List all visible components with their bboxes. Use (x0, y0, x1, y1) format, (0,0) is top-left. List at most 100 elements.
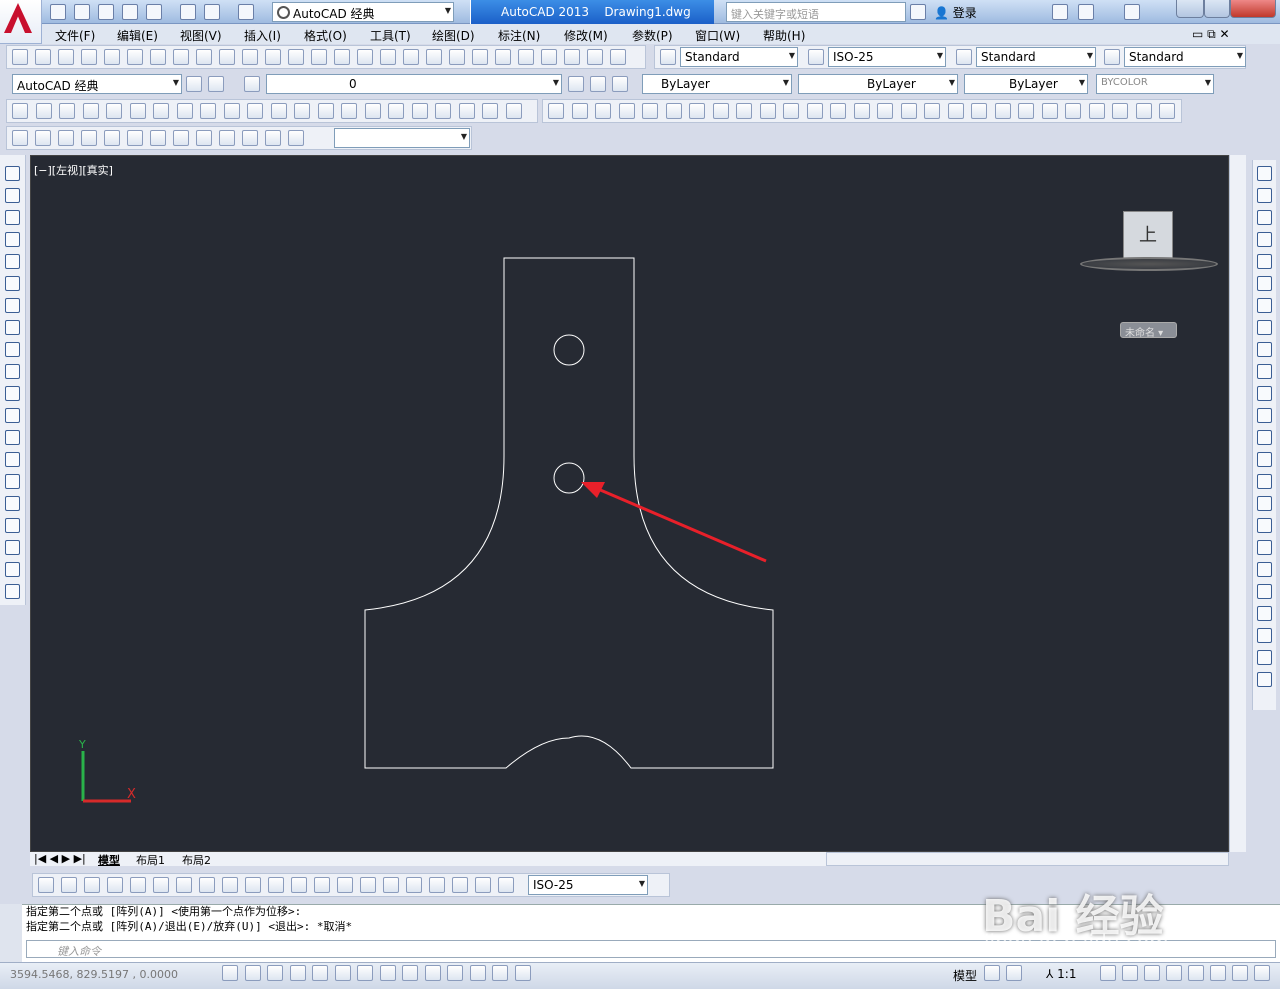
ucs-menu[interactable]: 未命名 ▾ (1120, 322, 1177, 339)
view-tool-9-icon[interactable] (196, 130, 212, 146)
dim-style-select[interactable]: ISO-25 (828, 47, 946, 67)
status-toggle-1-icon[interactable] (222, 965, 238, 981)
coordinate-readout[interactable]: 3594.5468, 829.5197 , 0.0000 (10, 968, 178, 981)
standard-tool-20-icon[interactable] (449, 49, 465, 65)
close-button[interactable] (1230, 0, 1276, 18)
view-tool-10-icon[interactable] (219, 130, 235, 146)
standard-tool-2-icon[interactable] (35, 49, 51, 65)
doc-window-controls[interactable]: ▭ ⧉ ✕ (1192, 27, 1230, 42)
solid-edit-tool-27-icon[interactable] (1159, 103, 1175, 119)
dimension-style-select[interactable]: ISO-25 (528, 875, 648, 895)
dimension-tool-19-icon[interactable] (452, 877, 468, 893)
view-tool-5-icon[interactable] (104, 130, 120, 146)
mleader-style-icon[interactable] (1104, 49, 1120, 65)
dim-style-icon[interactable] (808, 49, 824, 65)
modify-tool-11-icon[interactable] (1257, 386, 1272, 401)
draw-tool-8-icon[interactable] (5, 320, 20, 335)
dimension-tool-15-icon[interactable] (360, 877, 376, 893)
modify-tool-10-icon[interactable] (1257, 364, 1272, 379)
menu-insert[interactable]: 插入(I) (244, 27, 281, 44)
modify-tool-14-icon[interactable] (1257, 452, 1272, 467)
vertical-scrollbar[interactable] (1229, 155, 1246, 852)
maximize-button[interactable] (1204, 0, 1230, 18)
draw-tool-4-icon[interactable] (5, 232, 20, 247)
modeling-tool-17-icon[interactable] (388, 103, 404, 119)
login-link[interactable]: 👤 登录 (934, 4, 977, 21)
modeling-tool-11-icon[interactable] (247, 103, 263, 119)
standard-tool-27-icon[interactable] (610, 49, 626, 65)
workspace-save-icon[interactable] (208, 76, 224, 92)
standard-tool-22-icon[interactable] (495, 49, 511, 65)
modeling-tool-22-icon[interactable] (505, 103, 522, 119)
draw-tool-3-icon[interactable] (5, 210, 20, 225)
dimension-tool-18-icon[interactable] (429, 877, 445, 893)
tab-nav-arrows[interactable]: |◀ ◀ ▶ ▶| (34, 852, 86, 865)
menu-tools[interactable]: 工具(T) (370, 27, 411, 44)
dimension-tool-14-icon[interactable] (337, 877, 353, 893)
modify-tool-4-icon[interactable] (1257, 232, 1272, 247)
solid-edit-tool-22-icon[interactable] (1041, 103, 1058, 119)
modeling-tool-9-icon[interactable] (200, 103, 216, 119)
solid-edit-tool-17-icon[interactable] (924, 103, 940, 119)
view-tool-8-icon[interactable] (173, 130, 189, 146)
standard-tool-25-icon[interactable] (564, 49, 580, 65)
save-icon[interactable] (98, 4, 114, 20)
modeling-tool-19-icon[interactable] (435, 103, 451, 119)
draw-tool-6-icon[interactable] (5, 276, 20, 291)
draw-tool-1-icon[interactable] (5, 166, 20, 181)
solid-edit-tool-24-icon[interactable] (1088, 103, 1105, 119)
modeling-tool-20-icon[interactable] (458, 103, 475, 119)
mleader-style-select[interactable]: Standard (1124, 47, 1246, 67)
status-tray-8-icon[interactable] (1254, 965, 1270, 981)
status-toggle-10-icon[interactable] (424, 965, 441, 981)
dimension-tool-13-icon[interactable] (314, 877, 330, 893)
dimension-tool-10-icon[interactable] (245, 877, 261, 893)
modeling-tool-15-icon[interactable] (341, 103, 357, 119)
modify-tool-23-icon[interactable] (1257, 650, 1272, 665)
menu-file[interactable]: 文件(F) (55, 27, 95, 44)
solid-edit-tool-2-icon[interactable] (571, 103, 588, 119)
view-tool-13-icon[interactable] (288, 130, 304, 146)
status-toggle-11-icon[interactable] (447, 965, 463, 981)
modeling-tool-14-icon[interactable] (317, 103, 334, 119)
standard-tool-7-icon[interactable] (150, 49, 166, 65)
solid-edit-tool-21-icon[interactable] (1018, 103, 1034, 119)
tab-layout2[interactable]: 布局2 (182, 852, 211, 868)
solid-edit-tool-25-icon[interactable] (1112, 103, 1128, 119)
dimension-tool-20-icon[interactable] (475, 877, 491, 893)
standard-tool-13-icon[interactable] (288, 49, 304, 65)
minimize-button[interactable] (1176, 0, 1204, 18)
modeling-tool-10-icon[interactable] (223, 103, 240, 119)
standard-tool-8-icon[interactable] (173, 49, 189, 65)
dimension-tool-8-icon[interactable] (199, 877, 215, 893)
autodesk-360-icon[interactable] (1078, 4, 1094, 20)
view-tool-7-icon[interactable] (150, 130, 166, 146)
modeling-tool-6-icon[interactable] (129, 103, 146, 119)
solid-edit-tool-11-icon[interactable] (783, 103, 799, 119)
solid-edit-tool-13-icon[interactable] (830, 103, 846, 119)
dimension-tool-5-icon[interactable] (130, 877, 146, 893)
modeling-tool-3-icon[interactable] (59, 103, 75, 119)
modify-tool-21-icon[interactable] (1257, 606, 1272, 621)
modeling-tool-5-icon[interactable] (106, 103, 122, 119)
standard-tool-23-icon[interactable] (518, 49, 534, 65)
solid-edit-tool-1-icon[interactable] (548, 103, 564, 119)
view-tool-3-icon[interactable] (58, 130, 74, 146)
help-icon[interactable] (1124, 4, 1140, 20)
standard-tool-6-icon[interactable] (127, 49, 143, 65)
modeling-tool-1-icon[interactable] (12, 103, 28, 119)
menu-edit[interactable]: 编辑(E) (117, 27, 158, 44)
modify-tool-9-icon[interactable] (1257, 342, 1272, 357)
menu-format[interactable]: 格式(O) (304, 27, 347, 44)
layout-view-1-icon[interactable] (984, 965, 1000, 981)
modify-tool-12-icon[interactable] (1257, 408, 1272, 423)
layer-states-icon[interactable] (612, 76, 628, 92)
standard-tool-21-icon[interactable] (472, 49, 488, 65)
menu-view[interactable]: 视图(V) (180, 27, 222, 44)
text-style-select[interactable]: Standard (680, 47, 798, 67)
dimension-tool-4-icon[interactable] (107, 877, 123, 893)
modify-tool-3-icon[interactable] (1257, 210, 1272, 225)
menu-modify[interactable]: 修改(M) (564, 27, 608, 44)
solid-edit-tool-4-icon[interactable] (618, 103, 635, 119)
draw-tool-16-icon[interactable] (5, 496, 20, 511)
